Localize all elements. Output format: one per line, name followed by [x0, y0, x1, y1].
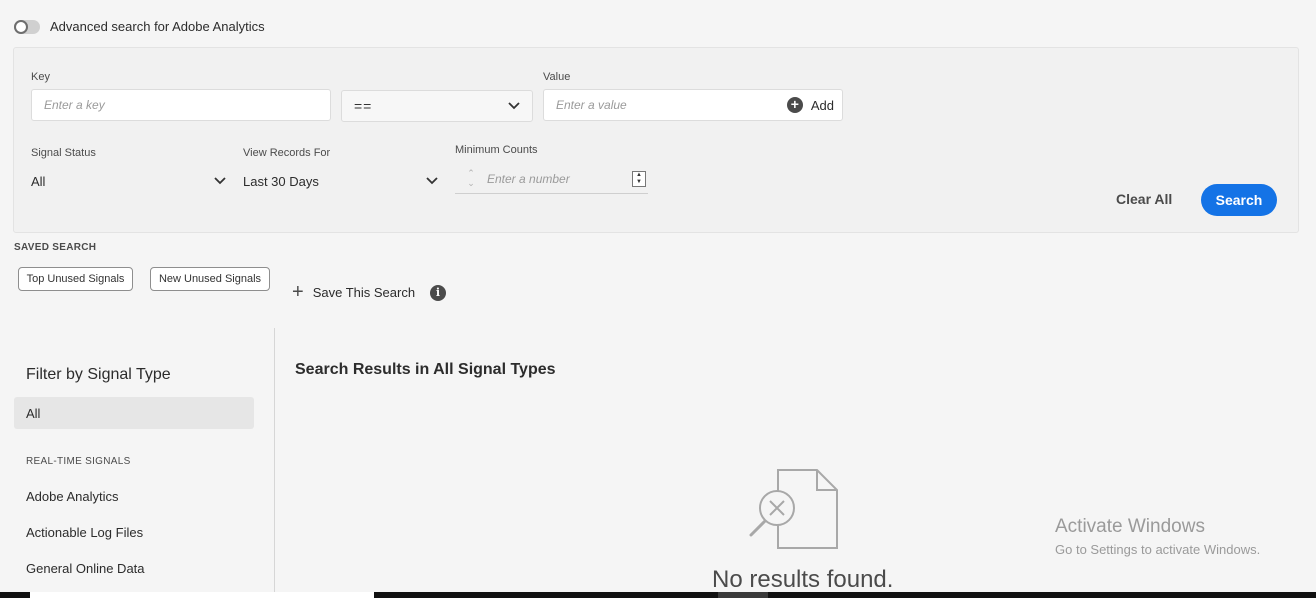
view-records-select[interactable]: Last 30 Days — [243, 170, 438, 192]
save-this-search-label: Save This Search — [312, 284, 416, 300]
info-icon[interactable]: i — [430, 285, 446, 301]
signal-status-label: Signal Status — [31, 147, 96, 159]
sidebar-title: Filter by Signal Type — [26, 366, 171, 383]
min-counts-placeholder: Enter a number — [487, 171, 570, 186]
activate-windows-watermark: Activate Windows Go to Settings to activ… — [1055, 516, 1260, 557]
min-counts-label: Minimum Counts — [455, 144, 538, 156]
advanced-search-toggle-row[interactable]: Advanced search for Adobe Analytics — [14, 19, 265, 34]
search-button[interactable]: Search — [1201, 184, 1277, 216]
sort-arrows-icon: ⌃ ⌄ — [467, 167, 475, 188]
sidebar-item-all[interactable]: All — [14, 397, 254, 429]
advanced-search-label: Advanced search for Adobe Analytics — [50, 19, 265, 34]
saved-search-title: SAVED SEARCH — [14, 242, 97, 253]
value-placeholder: Enter a value — [556, 98, 627, 112]
search-filter-panel: Key Enter a key == Value Enter a value +… — [13, 47, 1299, 233]
number-spinner[interactable]: ▲ ▼ — [632, 170, 646, 187]
chevron-down-icon — [426, 177, 438, 185]
signal-type-sidebar: Filter by Signal Type All REAL-TIME SIGN… — [0, 328, 275, 598]
watermark-title: Activate Windows — [1055, 516, 1205, 537]
chevron-down-icon — [214, 177, 226, 185]
sidebar-item-adobe-analytics[interactable]: Adobe Analytics — [26, 489, 119, 504]
add-circle-icon: + — [786, 97, 803, 113]
save-this-search-button[interactable]: + Save This Search — [292, 281, 416, 303]
chevron-down-icon — [508, 102, 520, 110]
value-label: Value — [543, 71, 571, 83]
plus-icon: + — [292, 281, 304, 303]
operator-value: == — [354, 98, 373, 114]
signal-status-select[interactable]: All — [31, 170, 226, 192]
sidebar-item-general-online-data[interactable]: General Online Data — [26, 561, 145, 576]
add-label: Add — [810, 97, 834, 113]
view-records-label: View Records For — [243, 147, 331, 159]
key-placeholder: Enter a key — [44, 98, 105, 112]
sidebar-item-actionable-log-files[interactable]: Actionable Log Files — [26, 525, 143, 540]
key-label: Key — [31, 71, 50, 83]
sidebar-section-realtime: REAL-TIME SIGNALS — [26, 456, 131, 467]
results-title: Search Results in All Signal Types — [295, 361, 556, 378]
add-button[interactable]: + Add — [786, 97, 834, 113]
view-records-value: Last 30 Days — [243, 173, 319, 189]
no-results-document-icon — [749, 469, 838, 549]
no-results-text: No results found. — [712, 566, 894, 593]
advanced-search-toggle[interactable] — [14, 19, 40, 34]
saved-search-chip-new-unused[interactable]: New Unused Signals — [150, 267, 270, 291]
min-counts-input[interactable]: ⌃ ⌄ Enter a number ▲ ▼ — [455, 164, 648, 194]
taskbar — [0, 592, 1316, 598]
value-input[interactable]: Enter a value + Add — [543, 89, 843, 121]
taskbar-active-app[interactable] — [718, 592, 768, 598]
key-input[interactable]: Enter a key — [31, 89, 331, 121]
saved-search-chip-top-unused[interactable]: Top Unused Signals — [18, 267, 133, 291]
clear-all-button[interactable]: Clear All — [1116, 191, 1172, 207]
signal-status-value: All — [31, 173, 46, 189]
operator-select[interactable]: == — [341, 90, 533, 122]
taskbar-search-box[interactable] — [30, 592, 374, 598]
watermark-subtitle: Go to Settings to activate Windows. — [1055, 542, 1261, 557]
